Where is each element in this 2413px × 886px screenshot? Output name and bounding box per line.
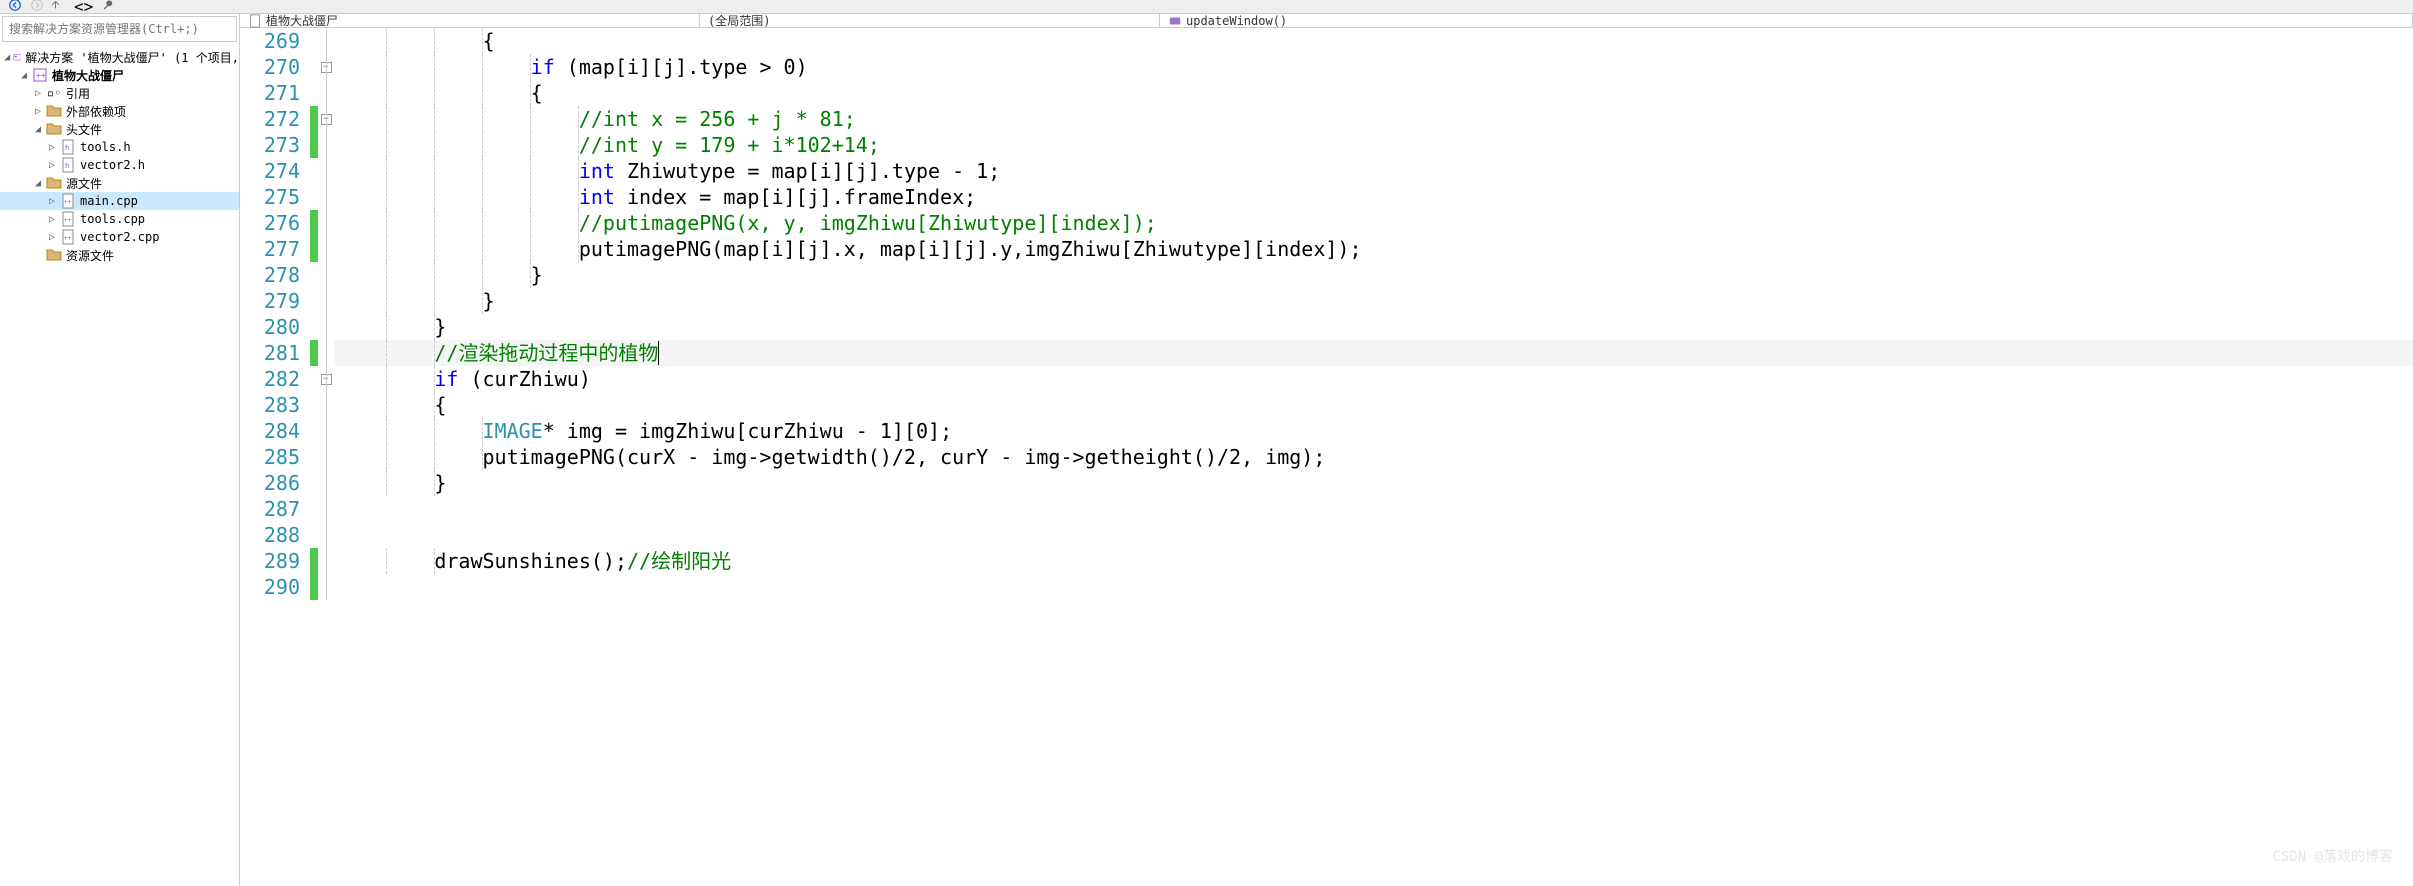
project-label: 植物大战僵尸 (52, 67, 124, 84)
resources-node[interactable]: 资源文件 (0, 246, 239, 264)
code-area[interactable]: 2692702712722732742752762772782792802812… (240, 28, 2413, 886)
search-input[interactable] (9, 22, 230, 36)
header-file[interactable]: ▷ h tools.h (0, 138, 239, 156)
nav-bar: 植物大战僵尸 (全局范围) updateWindow() (240, 14, 2413, 28)
nav-scope[interactable]: (全局范围) (700, 14, 1160, 27)
file-label: main.cpp (80, 194, 138, 208)
h-file-icon: h (60, 140, 76, 154)
h-file-icon: h (60, 158, 76, 172)
method-icon (1168, 14, 1182, 28)
source-file[interactable]: ▷ ++ tools.cpp (0, 210, 239, 228)
svg-text:++: ++ (64, 235, 72, 242)
cpp-file-icon: ++ (60, 230, 76, 244)
svg-text:++: ++ (64, 217, 72, 224)
sources-label: 源文件 (66, 175, 102, 192)
chevron-down-icon[interactable]: ◢ (32, 123, 44, 135)
header-file[interactable]: ▷ h vector2.h (0, 156, 239, 174)
nav-file[interactable]: 植物大战僵尸 (240, 14, 700, 27)
nav-scope-label: (全局范围) (708, 14, 770, 29)
sources-node[interactable]: ◢ 源文件 (0, 174, 239, 192)
folder-icon (46, 176, 62, 190)
search-box[interactable] (2, 16, 237, 42)
svg-text:++: ++ (64, 199, 72, 206)
project-icon: ++ (32, 68, 48, 82)
cpp-file-icon: ++ (60, 212, 76, 226)
solution-node[interactable]: ◢ 解决方案 '植物大战僵尸' (1 个项目, (0, 48, 239, 66)
toolbar: <> (0, 0, 2413, 14)
chevron-down-icon[interactable]: ◢ (32, 177, 44, 189)
chevron-right-icon[interactable]: ▷ (46, 141, 58, 153)
file-label: tools.h (80, 140, 131, 154)
editor-area: 植物大战僵尸 (全局范围) updateWindow() 26927027127… (240, 14, 2413, 886)
fold-column: −−− (318, 28, 334, 886)
svg-text:h: h (65, 144, 69, 152)
solution-icon (13, 50, 22, 64)
chevron-right-icon[interactable]: ▷ (46, 213, 58, 225)
chevron-down-icon[interactable]: ◢ (18, 69, 30, 81)
code-content[interactable]: { if (map[i][j].type > 0) { //int x = 25… (334, 28, 2413, 886)
svg-text:h: h (65, 162, 69, 170)
chevron-down-icon[interactable]: ◢ (4, 51, 11, 63)
svg-text:++: ++ (36, 71, 46, 80)
spacer (32, 249, 44, 261)
main-area: ◢ 解决方案 '植物大战僵尸' (1 个项目, ◢ ++ 植物大战僵尸 ▷ ▫◦… (0, 14, 2413, 886)
source-file[interactable]: ▷ ++ vector2.cpp (0, 228, 239, 246)
folder-icon (46, 104, 62, 118)
folder-icon (46, 248, 62, 262)
refs-label: 引用 (66, 85, 90, 102)
solution-explorer: ◢ 解决方案 '植物大战僵尸' (1 个项目, ◢ ++ 植物大战僵尸 ▷ ▫◦… (0, 14, 240, 886)
file-label: vector2.cpp (80, 230, 159, 244)
cpp-file-icon (248, 14, 262, 28)
solution-label: 解决方案 '植物大战僵尸' (1 个项目, (25, 49, 239, 66)
chevron-right-icon[interactable]: ▷ (46, 159, 58, 171)
project-node[interactable]: ◢ ++ 植物大战僵尸 (0, 66, 239, 84)
resources-label: 资源文件 (66, 247, 114, 264)
headers-node[interactable]: ◢ 头文件 (0, 120, 239, 138)
watermark: CSDN @落戏的博客 (2272, 846, 2393, 866)
nav-file-label: 植物大战僵尸 (266, 14, 338, 29)
source-file-main[interactable]: ▷ ++ main.cpp (0, 192, 239, 210)
file-label: tools.cpp (80, 212, 145, 226)
refs-node[interactable]: ▷ ▫◦ 引用 (0, 84, 239, 102)
change-bar (310, 28, 318, 886)
refs-icon: ▫◦ (46, 86, 62, 100)
nav-function[interactable]: updateWindow() (1160, 14, 2413, 27)
tree: ◢ 解决方案 '植物大战僵尸' (1 个项目, ◢ ++ 植物大战僵尸 ▷ ▫◦… (0, 44, 239, 268)
nav-function-label: updateWindow() (1186, 14, 1287, 28)
file-label: vector2.h (80, 158, 145, 172)
headers-label: 头文件 (66, 121, 102, 138)
cpp-file-icon: ++ (60, 194, 76, 208)
external-node[interactable]: ▷ 外部依赖项 (0, 102, 239, 120)
chevron-right-icon[interactable]: ▷ (32, 87, 44, 99)
external-label: 外部依赖项 (66, 103, 126, 120)
line-numbers: 2692702712722732742752762772782792802812… (240, 28, 310, 886)
chevron-right-icon[interactable]: ▷ (46, 195, 58, 207)
chevron-right-icon[interactable]: ▷ (46, 231, 58, 243)
chevron-right-icon[interactable]: ▷ (32, 105, 44, 117)
folder-icon (46, 122, 62, 136)
